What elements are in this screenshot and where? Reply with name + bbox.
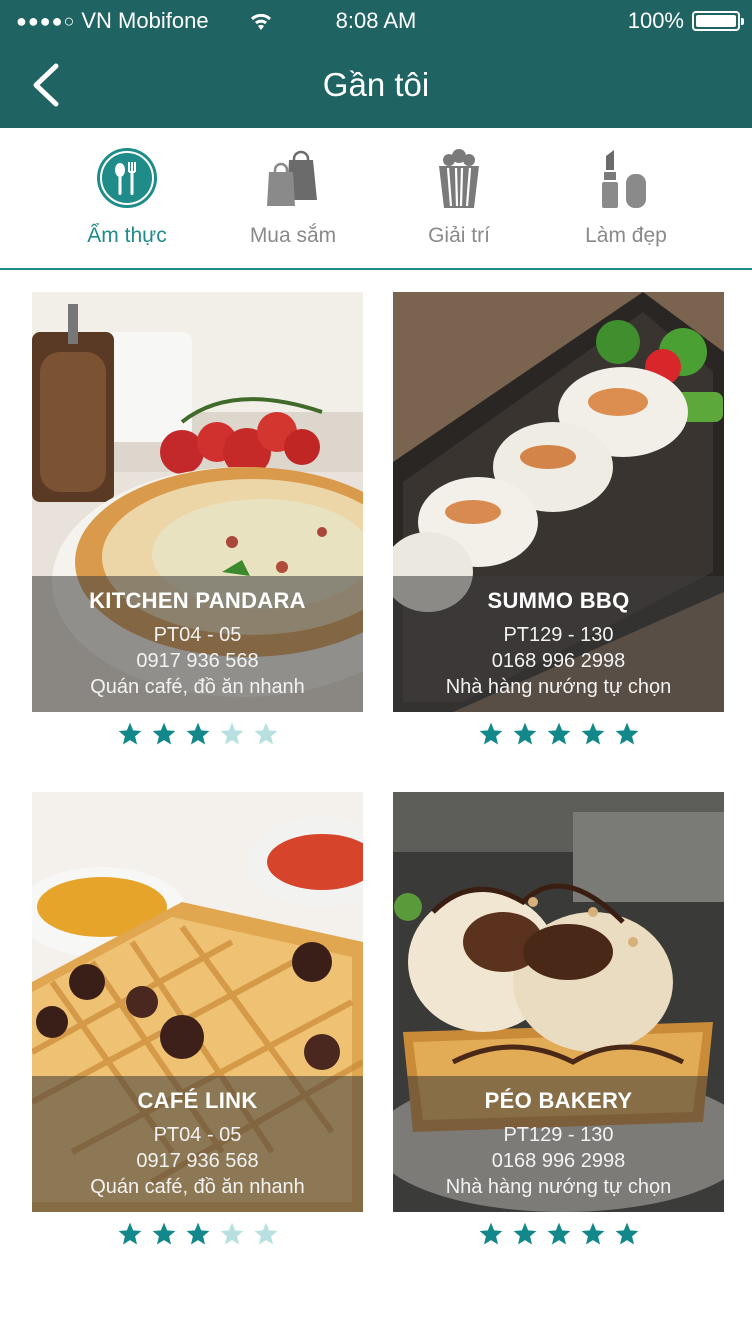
place-type: Nhà hàng nướng tự chọn: [445, 676, 672, 698]
star-filled-icon: [152, 722, 175, 745]
star-empty-icon: [254, 722, 277, 745]
star-empty-icon: [254, 1222, 277, 1245]
rating-stars: [393, 1221, 724, 1251]
star-filled-icon: [118, 1222, 141, 1245]
tab-mua-sam[interactable]: Mua sắm: [213, 146, 373, 256]
rating-stars: [32, 721, 363, 751]
rating-stars: [32, 1221, 363, 1251]
star-filled-icon: [479, 1222, 502, 1245]
place-card[interactable]: PÉO BAKERY PT129 - 130 0168 996 2998 Nhà…: [393, 792, 724, 1212]
star-filled-icon: [547, 722, 570, 745]
place-name: PÉO BAKERY: [484, 1088, 633, 1113]
place-name: CAFÉ LINK: [137, 1088, 258, 1113]
tab-label: Ẩm thực: [87, 224, 167, 247]
category-tabs: Ẩm thực Mua sắm Giải trí Làm đẹp: [0, 128, 752, 270]
place-info: SUMMO BBQ PT129 - 130 0168 996 2998 Nhà …: [393, 576, 724, 712]
shopping-bags-icon: [267, 150, 317, 206]
star-filled-icon: [547, 1222, 570, 1245]
fork-spoon-icon: [97, 148, 157, 208]
place-name: SUMMO BBQ: [487, 588, 630, 613]
place-phone: 0168 996 2998: [491, 1150, 626, 1172]
star-filled-icon: [152, 1222, 175, 1245]
star-empty-icon: [220, 722, 243, 745]
star-filled-icon: [615, 1222, 638, 1245]
star-filled-icon: [615, 722, 638, 745]
star-filled-icon: [513, 722, 536, 745]
place-card[interactable]: CAFÉ LINK PT04 - 05 0917 936 568 Quán ca…: [32, 792, 363, 1212]
place-type: Quán café, đồ ăn nhanh: [90, 676, 305, 698]
place-phone: 0917 936 568: [136, 650, 259, 672]
nav-bar: Gần tôi: [0, 42, 752, 128]
star-filled-icon: [513, 1222, 536, 1245]
place-info: CAFÉ LINK PT04 - 05 0917 936 568 Quán ca…: [32, 1076, 363, 1212]
star-filled-icon: [186, 722, 209, 745]
place-info: PÉO BAKERY PT129 - 130 0168 996 2998 Nhà…: [393, 1076, 724, 1212]
place-name: KITCHEN PANDARA: [89, 588, 306, 613]
star-filled-icon: [186, 1222, 209, 1245]
star-empty-icon: [220, 1222, 243, 1245]
status-bar: ●●●●○ VN Mobifone 8:08 AM 100%: [0, 0, 752, 42]
tab-label: Làm đẹp: [585, 224, 667, 247]
popcorn-icon: [439, 149, 479, 208]
place-location: PT129 - 130: [503, 624, 614, 646]
place-location: PT04 - 05: [153, 1124, 242, 1146]
place-card[interactable]: SUMMO BBQ PT129 - 130 0168 996 2998 Nhà …: [393, 292, 724, 712]
tab-label: Mua sắm: [249, 224, 337, 247]
star-filled-icon: [479, 722, 502, 745]
star-filled-icon: [118, 722, 141, 745]
place-location: PT04 - 05: [153, 624, 242, 646]
place-phone: 0917 936 568: [136, 1150, 259, 1172]
place-card[interactable]: KITCHEN PANDARA PT04 - 05 0917 936 568 Q…: [32, 292, 363, 712]
place-phone: 0168 996 2998: [491, 650, 626, 672]
tab-am-thuc[interactable]: Ẩm thực: [47, 146, 207, 256]
star-filled-icon: [581, 722, 604, 745]
place-type: Quán café, đồ ăn nhanh: [90, 1176, 305, 1198]
battery-percentage: 100%: [627, 8, 684, 33]
tab-label: Giải trí: [428, 224, 490, 247]
star-filled-icon: [581, 1222, 604, 1245]
place-type: Nhà hàng nướng tự chọn: [445, 1176, 672, 1198]
tab-giai-tri[interactable]: Giải trí: [379, 146, 539, 256]
place-info: KITCHEN PANDARA PT04 - 05 0917 936 568 Q…: [32, 576, 363, 712]
page-title: Gần tôi: [322, 66, 430, 103]
place-location: PT129 - 130: [503, 1124, 614, 1146]
battery-icon: [692, 11, 744, 31]
tab-lam-dep[interactable]: Làm đẹp: [546, 146, 706, 256]
rating-stars: [393, 721, 724, 751]
lipstick-icon: [602, 150, 646, 208]
